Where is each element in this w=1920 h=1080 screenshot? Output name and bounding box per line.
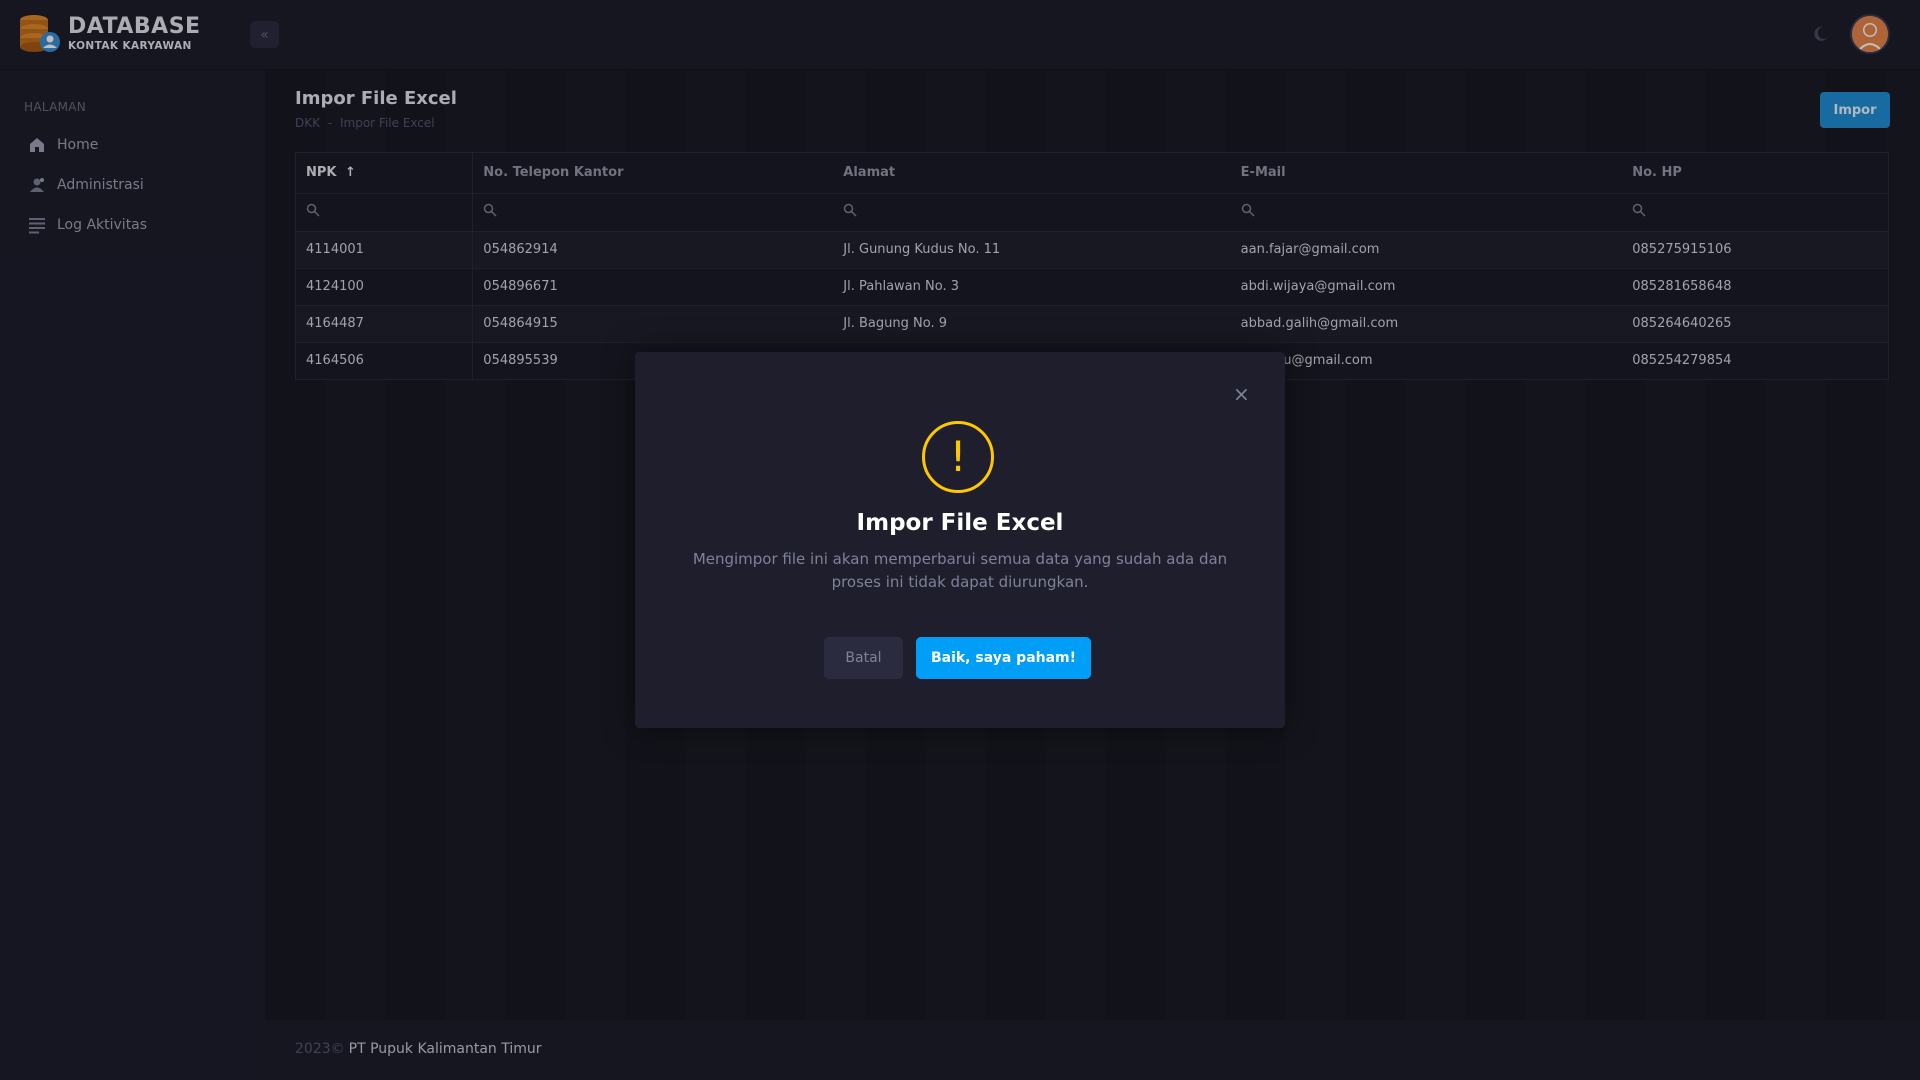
warning-glyph: ! [949, 432, 967, 481]
confirm-import-dialog: × ! Impor File Excel Mengimpor file ini … [635, 352, 1285, 728]
confirm-button[interactable]: Baik, saya paham! [916, 637, 1091, 679]
dialog-title: Impor File Excel [856, 510, 1064, 536]
cancel-button[interactable]: Batal [824, 637, 903, 679]
close-icon[interactable]: × [1233, 384, 1250, 404]
warning-icon: ! [922, 421, 994, 493]
dialog-message: Mengimpor file ini akan memperbarui semu… [692, 550, 1228, 591]
